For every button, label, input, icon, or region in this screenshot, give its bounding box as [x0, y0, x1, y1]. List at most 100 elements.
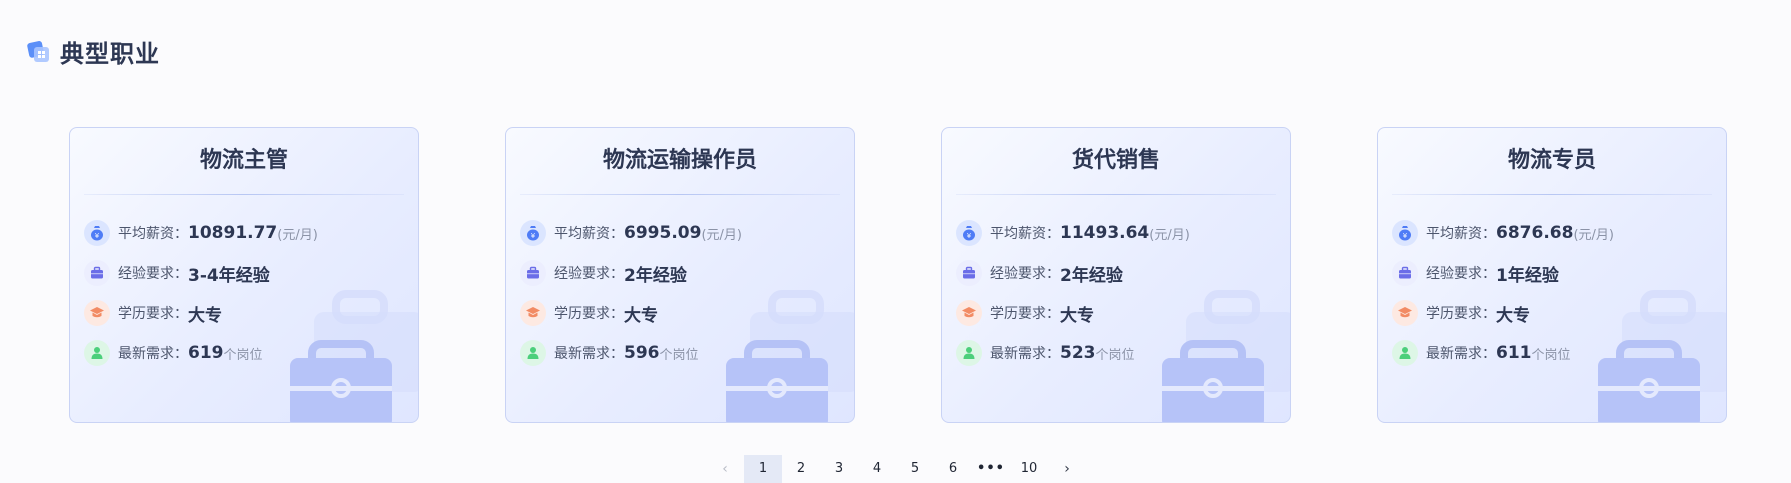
demand-value: 596 — [624, 343, 660, 363]
experience-row: 经验要求： 2年经验 — [520, 253, 854, 293]
job-info-list: ¥ 平均薪资： 10891.77 (元/月) 经验要求： 3-4年经验 学历要求… — [70, 195, 418, 373]
salary-label: 平均薪资： — [1426, 226, 1496, 242]
job-card-list: 物流主管 ¥ 平均薪资： 10891.77 (元/月) 经验要求： 3-4年经验 — [69, 127, 1727, 423]
graduation-cap-icon — [956, 300, 982, 326]
graduation-cap-icon — [520, 300, 546, 326]
job-info-list: ¥ 平均薪资： 6995.09 (元/月) 经验要求： 2年经验 学历要求： 大… — [506, 195, 854, 373]
page-5-button[interactable]: 5 — [896, 455, 934, 483]
page-2-button[interactable]: 2 — [782, 455, 820, 483]
job-info-list: ¥ 平均薪资： 6876.68 (元/月) 经验要求： 1年经验 学历要求： 大… — [1378, 195, 1726, 373]
job-card[interactable]: 物流运输操作员 ¥ 平均薪资： 6995.09 (元/月) 经验要求： 2年经验 — [505, 127, 855, 423]
page-1-button[interactable]: 1 — [744, 455, 782, 483]
education-row: 学历要求： 大专 — [956, 293, 1290, 333]
salary-value: 10891.77 — [188, 223, 278, 243]
education-label: 学历要求： — [554, 306, 624, 322]
svg-text:¥: ¥ — [531, 232, 536, 240]
education-label: 学历要求： — [118, 306, 188, 322]
svg-text:¥: ¥ — [967, 232, 972, 240]
salary-value: 6995.09 — [624, 223, 702, 243]
more-pages-button[interactable]: ••• — [972, 455, 1010, 483]
page-3-button[interactable]: 3 — [820, 455, 858, 483]
briefcase-icon — [1392, 260, 1418, 286]
person-icon — [1392, 340, 1418, 366]
experience-label: 经验要求： — [990, 266, 1060, 282]
experience-value: 2年经验 — [624, 265, 687, 286]
experience-row: 经验要求： 3-4年经验 — [84, 253, 418, 293]
demand-row: 最新需求： 596 个岗位 — [520, 333, 854, 373]
graduation-cap-icon — [1392, 300, 1418, 326]
job-card[interactable]: 物流专员 ¥ 平均薪资： 6876.68 (元/月) 经验要求： 1年经验 学历… — [1377, 127, 1727, 423]
salary-label: 平均薪资： — [990, 226, 1060, 242]
education-row: 学历要求： 大专 — [520, 293, 854, 333]
demand-unit: 个岗位 — [659, 347, 699, 363]
education-value: 大专 — [624, 305, 658, 326]
salary-unit: (元/月) — [277, 227, 318, 243]
demand-value: 523 — [1060, 343, 1096, 363]
svg-text:¥: ¥ — [1403, 232, 1408, 240]
demand-unit: 个岗位 — [1095, 347, 1135, 363]
job-title: 物流运输操作员 — [602, 148, 757, 173]
demand-row: 最新需求： 619 个岗位 — [84, 333, 418, 373]
job-info-list: ¥ 平均薪资： 11493.64 (元/月) 经验要求： 2年经验 学历要求： … — [942, 195, 1290, 373]
demand-label: 最新需求： — [1426, 346, 1496, 362]
person-icon — [520, 340, 546, 366]
graduation-cap-icon — [84, 300, 110, 326]
experience-label: 经验要求： — [1426, 266, 1496, 282]
page-4-button[interactable]: 4 — [858, 455, 896, 483]
salary-value: 6876.68 — [1496, 223, 1574, 243]
experience-value: 1年经验 — [1496, 265, 1559, 286]
money-bag-icon: ¥ — [956, 220, 982, 246]
salary-row: ¥ 平均薪资： 11493.64 (元/月) — [956, 213, 1290, 253]
salary-row: ¥ 平均薪资： 10891.77 (元/月) — [84, 213, 418, 253]
experience-value: 3-4年经验 — [188, 265, 270, 286]
demand-label: 最新需求： — [118, 346, 188, 362]
education-value: 大专 — [188, 305, 222, 326]
briefcase-icon — [84, 260, 110, 286]
demand-row: 最新需求： 611 个岗位 — [1392, 333, 1726, 373]
education-row: 学历要求： 大专 — [84, 293, 418, 333]
briefcase-icon — [956, 260, 982, 286]
demand-unit: 个岗位 — [223, 347, 263, 363]
experience-label: 经验要求： — [554, 266, 624, 282]
person-icon — [956, 340, 982, 366]
job-title: 物流专员 — [1507, 148, 1596, 173]
salary-unit: (元/月) — [1149, 227, 1190, 243]
page: 典型职业 物流主管 ¥ 平均薪资： 10891.77 (元/月) 经验要求： 3… — [0, 0, 1791, 483]
job-card[interactable]: 物流主管 ¥ 平均薪资： 10891.77 (元/月) 经验要求： 3-4年经验 — [69, 127, 419, 423]
education-value: 大专 — [1496, 305, 1530, 326]
demand-value: 611 — [1496, 343, 1532, 363]
briefcase-icon — [520, 260, 546, 286]
job-title: 货代销售 — [1071, 148, 1160, 173]
section-header: 典型职业 — [26, 34, 160, 69]
salary-row: ¥ 平均薪资： 6995.09 (元/月) — [520, 213, 854, 253]
experience-value: 2年经验 — [1060, 265, 1123, 286]
education-label: 学历要求： — [1426, 306, 1496, 322]
demand-label: 最新需求： — [554, 346, 624, 362]
prev-page-button[interactable]: ‹ — [706, 455, 744, 483]
salary-row: ¥ 平均薪资： 6876.68 (元/月) — [1392, 213, 1726, 253]
page-10-button[interactable]: 10 — [1010, 455, 1048, 483]
experience-label: 经验要求： — [118, 266, 188, 282]
next-page-button[interactable]: › — [1048, 455, 1086, 483]
experience-row: 经验要求： 2年经验 — [956, 253, 1290, 293]
education-row: 学历要求： 大专 — [1392, 293, 1726, 333]
salary-value: 11493.64 — [1060, 223, 1150, 243]
page-6-button[interactable]: 6 — [934, 455, 972, 483]
demand-label: 最新需求： — [990, 346, 1060, 362]
demand-row: 最新需求： 523 个岗位 — [956, 333, 1290, 373]
job-title: 物流主管 — [199, 148, 288, 173]
salary-unit: (元/月) — [1573, 227, 1614, 243]
salary-label: 平均薪资： — [118, 226, 188, 242]
salary-unit: (元/月) — [701, 227, 742, 243]
demand-value: 619 — [188, 343, 224, 363]
experience-row: 经验要求： 1年经验 — [1392, 253, 1726, 293]
education-value: 大专 — [1060, 305, 1094, 326]
pagination: ‹ 1 2 3 4 5 6 ••• 10 › — [706, 455, 1086, 483]
money-bag-icon: ¥ — [1392, 220, 1418, 246]
section-title: 典型职业 — [60, 40, 160, 68]
demand-unit: 个岗位 — [1531, 347, 1571, 363]
salary-label: 平均薪资： — [554, 226, 624, 242]
money-bag-icon: ¥ — [520, 220, 546, 246]
job-card[interactable]: 货代销售 ¥ 平均薪资： 11493.64 (元/月) 经验要求： 2年经验 学… — [941, 127, 1291, 423]
svg-text:¥: ¥ — [95, 232, 100, 240]
